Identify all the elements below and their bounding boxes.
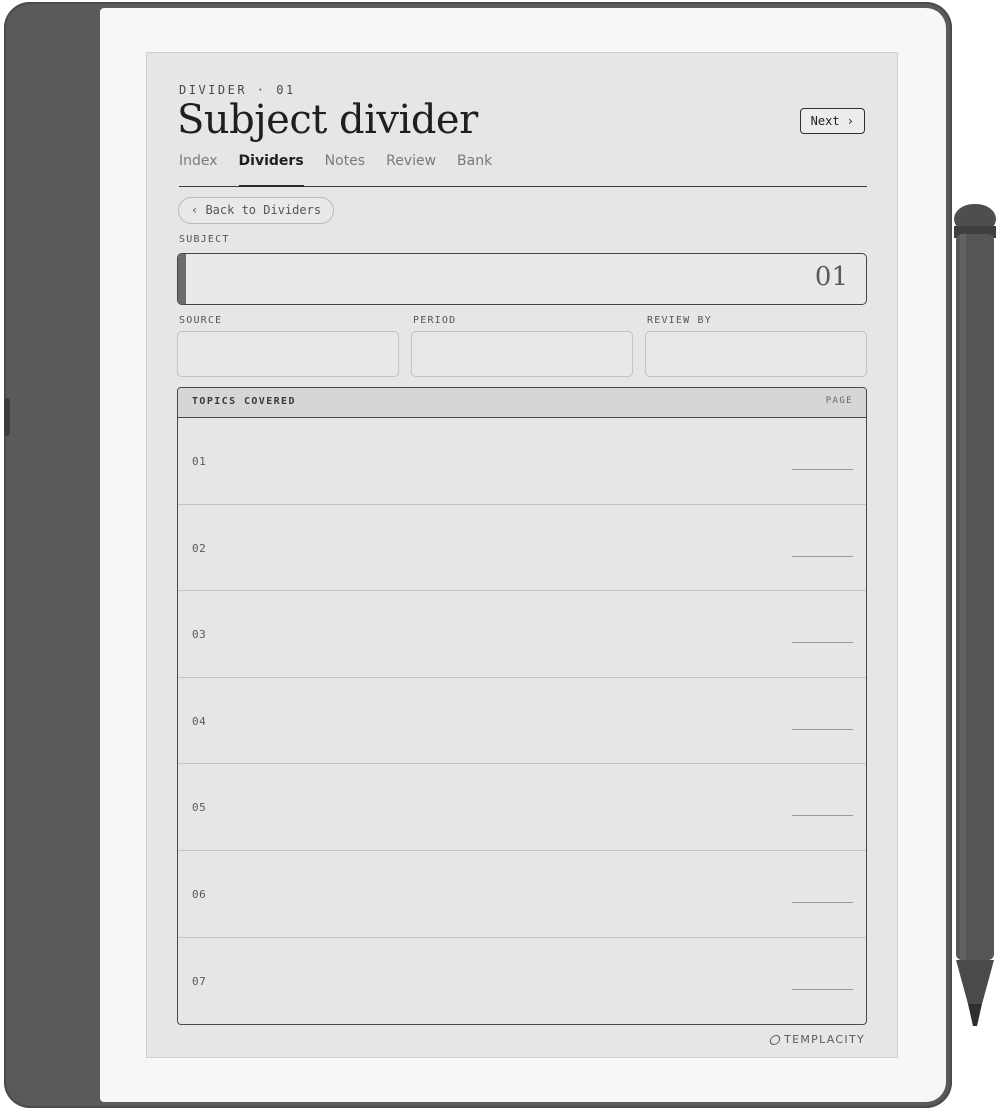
tab-bank[interactable]: Bank [457, 151, 492, 187]
topic-row[interactable]: 05 [178, 764, 866, 851]
topic-number: 05 [192, 801, 207, 815]
topic-row[interactable]: 01 [178, 418, 866, 505]
tab-review[interactable]: Review [386, 151, 436, 187]
review-by-field[interactable] [645, 331, 867, 377]
page-number-line[interactable] [792, 469, 853, 470]
topic-number: 03 [192, 628, 207, 642]
topics-header-label: TOPICS COVERED [192, 396, 296, 407]
brand-name: TEMPLACITY [784, 1033, 865, 1046]
source-field[interactable] [177, 331, 399, 377]
topic-number: 07 [192, 974, 207, 988]
topic-number: 06 [192, 887, 207, 901]
page-title: Subject divider [177, 97, 478, 143]
subject-field[interactable]: 01 [177, 253, 867, 305]
topic-row[interactable]: 02 [178, 505, 866, 592]
topic-row[interactable]: 07 [178, 938, 866, 1024]
tab-dividers[interactable]: Dividers [238, 151, 304, 187]
period-label: PERIOD [413, 315, 457, 326]
page-number-line[interactable] [792, 555, 853, 557]
page-number-line[interactable] [792, 901, 853, 903]
page-number-line[interactable] [792, 728, 853, 730]
topic-row[interactable]: 04 [178, 678, 866, 765]
tab-index[interactable]: Index [179, 151, 218, 187]
topic-number: 01 [192, 455, 207, 468]
back-to-dividers-button[interactable]: ‹ Back to Dividers [178, 197, 335, 224]
topics-header: TOPICS COVERED PAGE [178, 388, 866, 418]
tab-bar: Index Dividers Notes Review Bank [179, 151, 867, 187]
tab-notes[interactable]: Notes [325, 151, 365, 187]
period-field[interactable] [411, 331, 633, 377]
page-number-line[interactable] [792, 988, 853, 990]
topic-row[interactable]: 03 [178, 591, 866, 678]
device-screen: DIVIDER · 01 Subject divider Next › Inde… [146, 52, 898, 1058]
subject-number: 01 [814, 262, 848, 292]
templacity-logo-icon [768, 1034, 782, 1045]
brand-mark: TEMPLACITY [768, 1033, 865, 1046]
next-button[interactable]: Next › [799, 108, 865, 134]
topics-table: TOPICS COVERED PAGE 01 02 03 04 05 06 07 [177, 387, 867, 1025]
subject-accent-bar [178, 254, 186, 304]
divider-eyebrow: DIVIDER · 01 [179, 83, 296, 97]
review-by-label: REVIEW BY [647, 315, 712, 326]
page-number-line[interactable] [792, 642, 853, 644]
page-header-label: PAGE [825, 396, 853, 406]
source-label: SOURCE [179, 315, 223, 326]
page-number-line[interactable] [792, 815, 853, 817]
topic-number: 02 [192, 541, 207, 555]
stylus-pen-icon [954, 204, 996, 1026]
topic-row[interactable]: 06 [178, 851, 866, 938]
subject-label: SUBJECT [179, 234, 230, 245]
topic-number: 04 [192, 714, 207, 728]
side-button[interactable] [4, 398, 10, 436]
